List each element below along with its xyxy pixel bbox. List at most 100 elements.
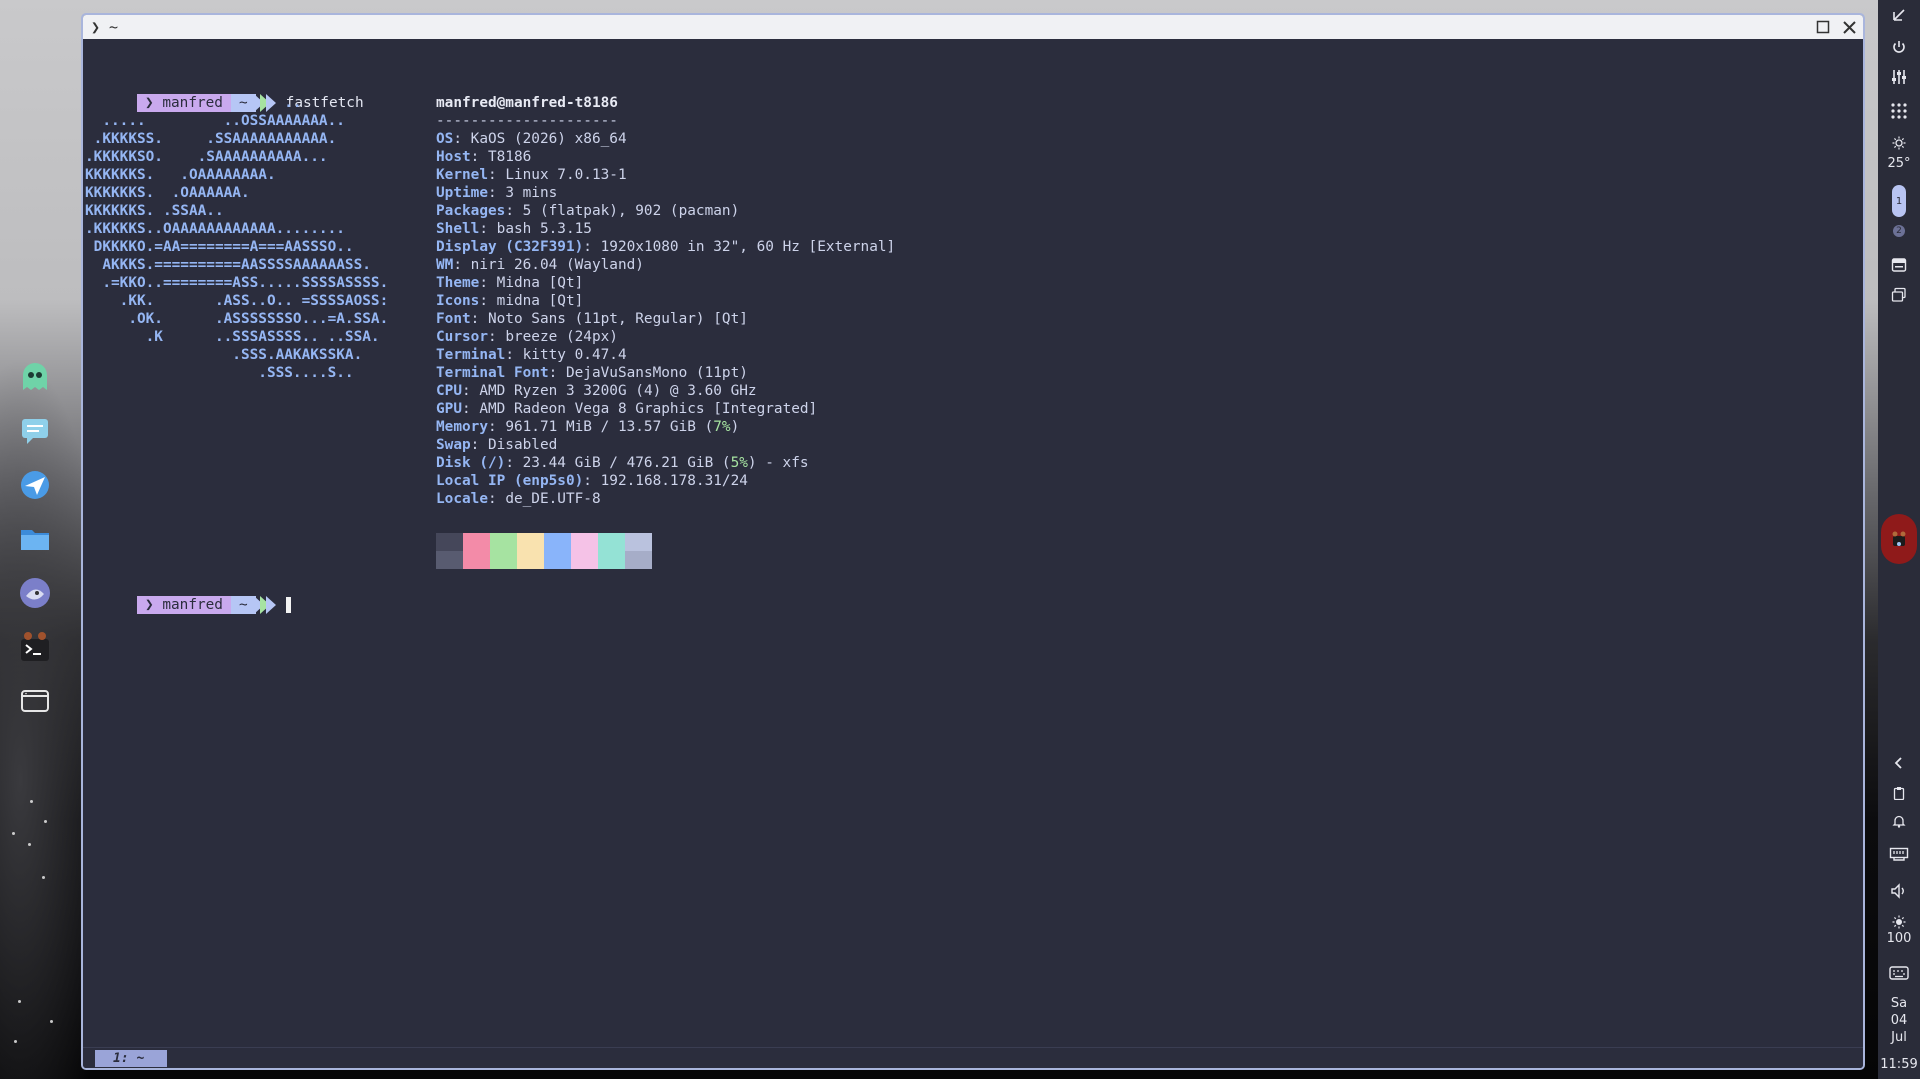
sysinfo-row: Icons: midna [Qt] [436,293,584,309]
info-key: CPU [436,383,462,399]
shell-prompt: ❯ manfred ~ fastfetch [85,76,364,112]
logo-line: .KK. .ASS..O.. =SSSSAOSS: [85,293,389,309]
clock-day: Sa [1890,996,1908,1011]
terminal-content[interactable]: ❯ manfred ~ fastfetch .. ..... ..OSSAAAAA… [83,39,1863,1048]
workspace-1[interactable]: 1 [1878,184,1920,218]
info-key: Font [436,311,471,327]
network-button[interactable] [1878,844,1920,866]
info-value: niri 26.04 (Wayland) [470,257,644,273]
logo-line: AKKKS.==========AASSSSAAAAAASS. [85,257,371,273]
power-button[interactable] [1878,36,1920,58]
temperature-text: 25° [1887,156,1911,171]
terminal-window[interactable]: ❯ ~ ❯ manfred ~ fastfetch .. ..... ..OSSA… [81,13,1865,1070]
info-key: Icons [436,293,480,309]
info-key: OS [436,131,454,147]
color-swatch [571,533,598,569]
collapse-panel-button[interactable] [1878,4,1920,26]
sysinfo-row: Host: T8186 [436,149,532,165]
star [18,1000,21,1003]
info-key: Cursor [436,329,488,345]
info-value: 1920x1080 in 32", 60 Hz [External] [600,239,896,255]
maximize-button[interactable] [1813,17,1833,37]
color-swatch [598,533,625,569]
system-panel: 25° 1 2 100 Sa 04 Jul 11:59 [1878,0,1920,1079]
app-dock [10,350,60,728]
clipboard-button[interactable] [1878,782,1920,804]
windows-stack-icon [1891,287,1906,302]
color-swatch [490,533,517,569]
close-button[interactable] [1839,17,1859,37]
workspace-2[interactable]: 2 [1878,222,1920,240]
info-key: Kernel [436,167,488,183]
expand-tray-button[interactable] [1878,752,1920,774]
shell-prompt-current: ❯ manfred ~ [85,578,291,614]
info-value: 961.71 MiB / 13.57 GiB ( [505,419,714,435]
tab-bar: 1: ~ [83,1047,1863,1068]
sysinfo-row-memory: Memory: 961.71 MiB / 13.57 GiB (7%) [436,419,740,435]
sysinfo-row: Locale: de_DE.UTF-8 [436,491,601,507]
info-key: Host [436,149,471,165]
tray-app-icon [1892,531,1906,546]
info-value: breeze (24px) [505,329,618,345]
chat-app-icon[interactable] [10,404,60,458]
logo-line: .KKKKKS..OAAAAAAAAAAAA........ [85,221,345,237]
star [14,1040,17,1043]
tray-app-button[interactable] [1878,514,1920,564]
task-window-button-2[interactable] [1878,284,1920,306]
info-key: Local IP (enp5s0) [436,473,584,489]
sysinfo-row: WM: niri 26.04 (Wayland) [436,257,644,273]
clock-widget[interactable]: Sa 04 Jul [1878,995,1920,1046]
sysinfo-row-swap: Swap: Disabled [436,437,558,453]
ethernet-icon [1889,847,1909,861]
keyboard-button[interactable] [1878,962,1920,984]
info-key: Uptime [436,185,488,201]
brightness-button[interactable] [1878,914,1920,930]
notifications-button[interactable] [1878,810,1920,832]
chevron-left-icon [1894,757,1902,769]
sun-icon [1892,136,1906,150]
info-value: bash 5.3.15 [496,221,592,237]
separator-line: --------------------- [436,113,618,129]
media-app-icon[interactable] [10,566,60,620]
window-list-icon [1891,258,1907,272]
color-swatch [463,533,490,569]
sysinfo-row: Font: Noto Sans (11pt, Regular) [Qt] [436,311,748,327]
window-icon[interactable] [10,674,60,728]
info-key: WM [436,257,454,273]
info-value: 3 mins [505,185,558,201]
star [12,832,15,835]
info-value: Noto Sans (11pt, Regular) [Qt] [487,311,748,327]
info-key: Packages [436,203,506,219]
tab-1[interactable]: 1: ~ [95,1050,167,1067]
terminal-app-icon[interactable] [10,620,60,674]
sysinfo-row: Theme: Midna [Qt] [436,275,584,291]
logo-line: .=KKO..========ASS.....SSSSASSSS. [85,275,389,291]
logo-line: .KKKKSS. .SSAAAAAAAAAAA. [85,131,337,147]
keyboard-icon [1889,966,1909,980]
sysinfo-row: CPU: AMD Ryzen 3 3200G (4) @ 3.60 GHz [436,383,757,399]
info-value: AMD Ryzen 3 3200G (4) @ 3.60 GHz [479,383,757,399]
sysinfo-row: Terminal: kitty 0.47.4 [436,347,627,363]
star [42,876,45,879]
logo-line: KKKKKKS. .OAAAAAAAA. [85,167,276,183]
sysinfo-row: Uptime: 3 mins [436,185,558,201]
sysinfo-row-disk: Disk (/): 23.44 GiB / 476.21 GiB (5%) - … [436,455,809,471]
info-value: DejaVuSansMono (11pt) [565,365,748,381]
color-swatch [544,533,571,569]
ghost-app-icon[interactable] [10,350,60,404]
task-window-button[interactable] [1878,254,1920,276]
info-key: Disk (/) [436,455,506,471]
info-value: AMD Radeon Vega 8 Graphics [Integrated] [479,401,818,417]
disk-percent: 5% [730,455,748,471]
volume-button[interactable] [1878,880,1920,902]
info-key: Shell [436,221,480,237]
app-grid-button[interactable] [1878,100,1920,122]
file-manager-icon[interactable] [10,512,60,566]
settings-button[interactable] [1878,66,1920,88]
window-titlebar[interactable]: ❯ ~ [83,15,1863,39]
weather-widget[interactable] [1878,134,1920,152]
info-key: Terminal Font [436,365,549,381]
x-icon [1842,20,1856,34]
browser-app-icon[interactable] [10,458,60,512]
clipboard-icon [1893,787,1905,800]
